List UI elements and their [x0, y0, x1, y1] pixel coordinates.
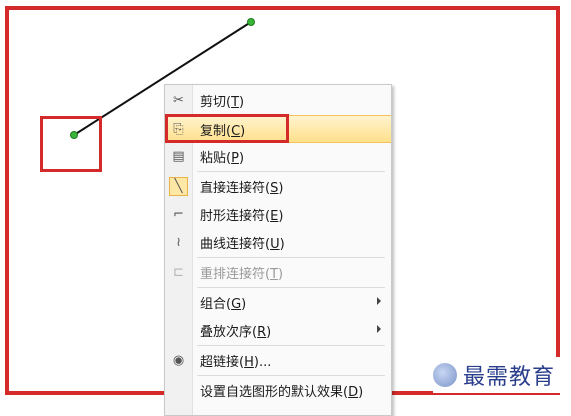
- submenu-arrow-icon: [377, 325, 381, 333]
- hyperlink-icon: ◉: [172, 352, 185, 368]
- elbow-connector-icon: ⌐: [173, 206, 184, 222]
- menu-separator: [197, 345, 385, 346]
- menu-separator: [197, 287, 385, 288]
- menu-item-cut[interactable]: ✂ 剪切(T): [165, 87, 391, 113]
- menu-item-reroute-connectors: ⊏ 重排连接符(T): [165, 259, 391, 285]
- watermark-logo-icon: [433, 363, 457, 387]
- menu-separator: [197, 257, 385, 258]
- straight-connector-icon: ╲: [169, 176, 188, 196]
- submenu-arrow-icon: [377, 297, 381, 305]
- menu-item-group[interactable]: 组合(G): [165, 289, 391, 315]
- menu-item-order[interactable]: 叠放次序(R): [165, 317, 391, 343]
- menu-item-elbow-connector[interactable]: ⌐ 肘形连接符(E): [165, 201, 391, 227]
- watermark: 最需教育: [433, 357, 569, 393]
- menu-item-curved-connector[interactable]: ≀ 曲线连接符(U): [165, 229, 391, 255]
- scissors-icon: ✂: [173, 92, 184, 108]
- menu-separator: [197, 375, 385, 376]
- menu-item-paste[interactable]: ▤ 粘贴(P): [165, 143, 391, 169]
- paste-icon: ▤: [172, 148, 185, 164]
- context-menu: ✂ 剪切(T) ⎘ 复制(C) ▤ 粘贴(P) ╲ 直接连接符(S) ⌐ 肘形连…: [164, 84, 392, 416]
- curved-connector-icon: ≀: [176, 234, 181, 250]
- menu-item-copy[interactable]: ⎘ 复制(C): [165, 115, 391, 143]
- start-point-highlight-box: [40, 116, 102, 172]
- menu-item-set-default-shape-effects[interactable]: 设置自选图形的默认效果(D): [165, 377, 391, 403]
- copy-icon: ⎘: [173, 121, 184, 137]
- menu-separator: [197, 171, 385, 172]
- reroute-connector-icon: ⊏: [173, 264, 184, 280]
- line-end-handle: [247, 18, 255, 26]
- menu-item-straight-connector[interactable]: ╲ 直接连接符(S): [165, 173, 391, 199]
- watermark-text: 最需教育: [463, 365, 556, 390]
- menu-item-hyperlink[interactable]: ◉ 超链接(H)...: [165, 347, 391, 373]
